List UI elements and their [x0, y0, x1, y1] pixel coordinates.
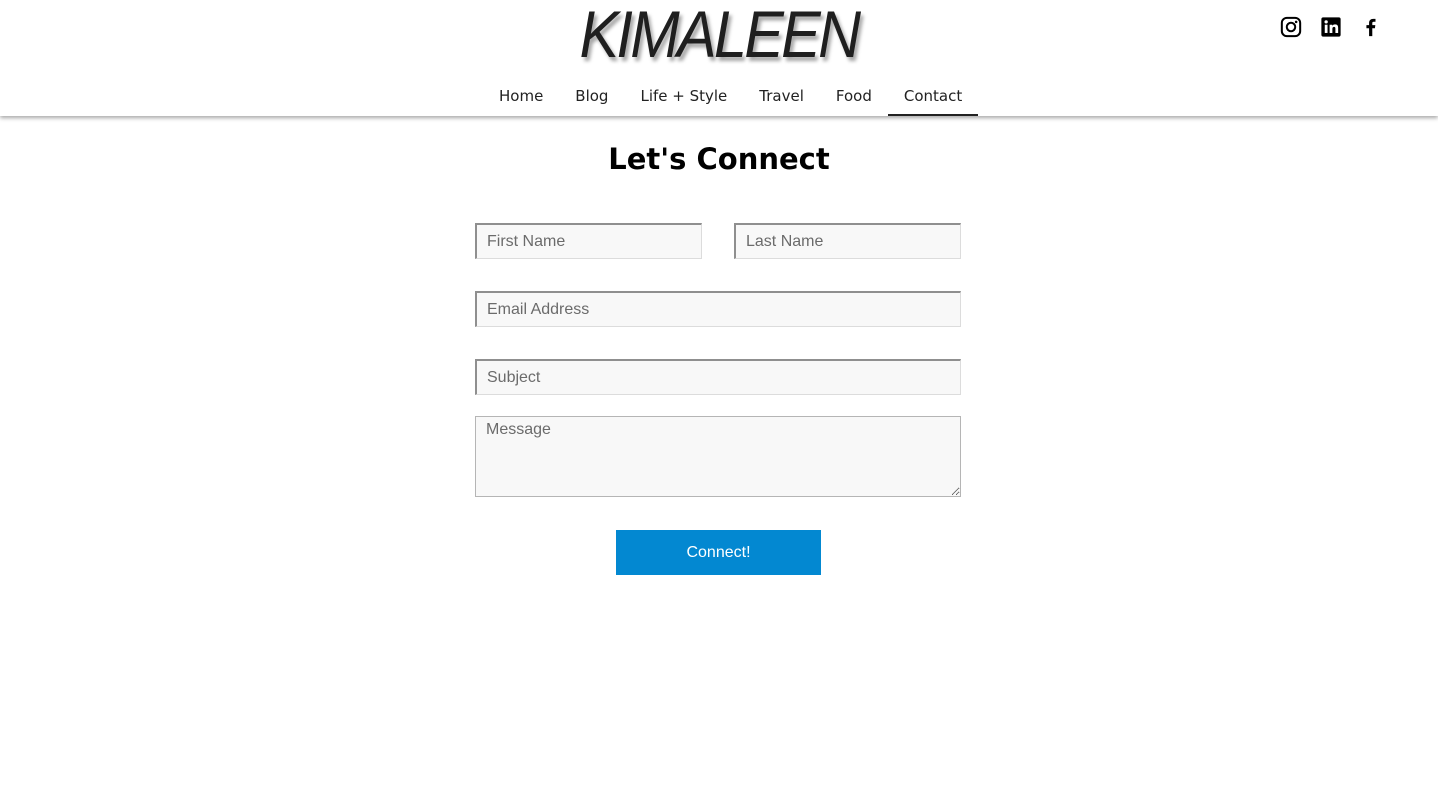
site-header: KIMALEEN Home Blog Life + Style Travel F… — [0, 0, 1438, 116]
nav-item-contact[interactable]: Contact — [887, 78, 979, 116]
logo-text[interactable]: KIMALEEN — [580, 0, 862, 72]
nav-item-home[interactable]: Home — [483, 78, 559, 116]
linkedin-icon[interactable] — [1320, 16, 1342, 38]
page-title: Let's Connect — [608, 142, 830, 176]
nav-item-blog[interactable]: Blog — [559, 78, 624, 116]
nav-item-travel[interactable]: Travel — [743, 78, 820, 116]
main-nav: Home Blog Life + Style Travel Food Conta… — [483, 78, 979, 116]
nav-item-life-style[interactable]: Life + Style — [624, 78, 743, 116]
message-textarea[interactable] — [475, 416, 961, 497]
email-input[interactable] — [475, 291, 961, 327]
first-name-input[interactable] — [475, 223, 702, 259]
social-links — [1280, 16, 1382, 38]
facebook-icon[interactable] — [1360, 16, 1382, 38]
last-name-input[interactable] — [734, 223, 961, 259]
connect-submit-button[interactable]: Connect! — [616, 530, 821, 575]
subject-input[interactable] — [475, 359, 961, 395]
site-logo[interactable]: KIMALEEN — [0, 0, 1438, 72]
nav-item-food[interactable]: Food — [820, 78, 888, 116]
instagram-icon[interactable] — [1280, 16, 1302, 38]
